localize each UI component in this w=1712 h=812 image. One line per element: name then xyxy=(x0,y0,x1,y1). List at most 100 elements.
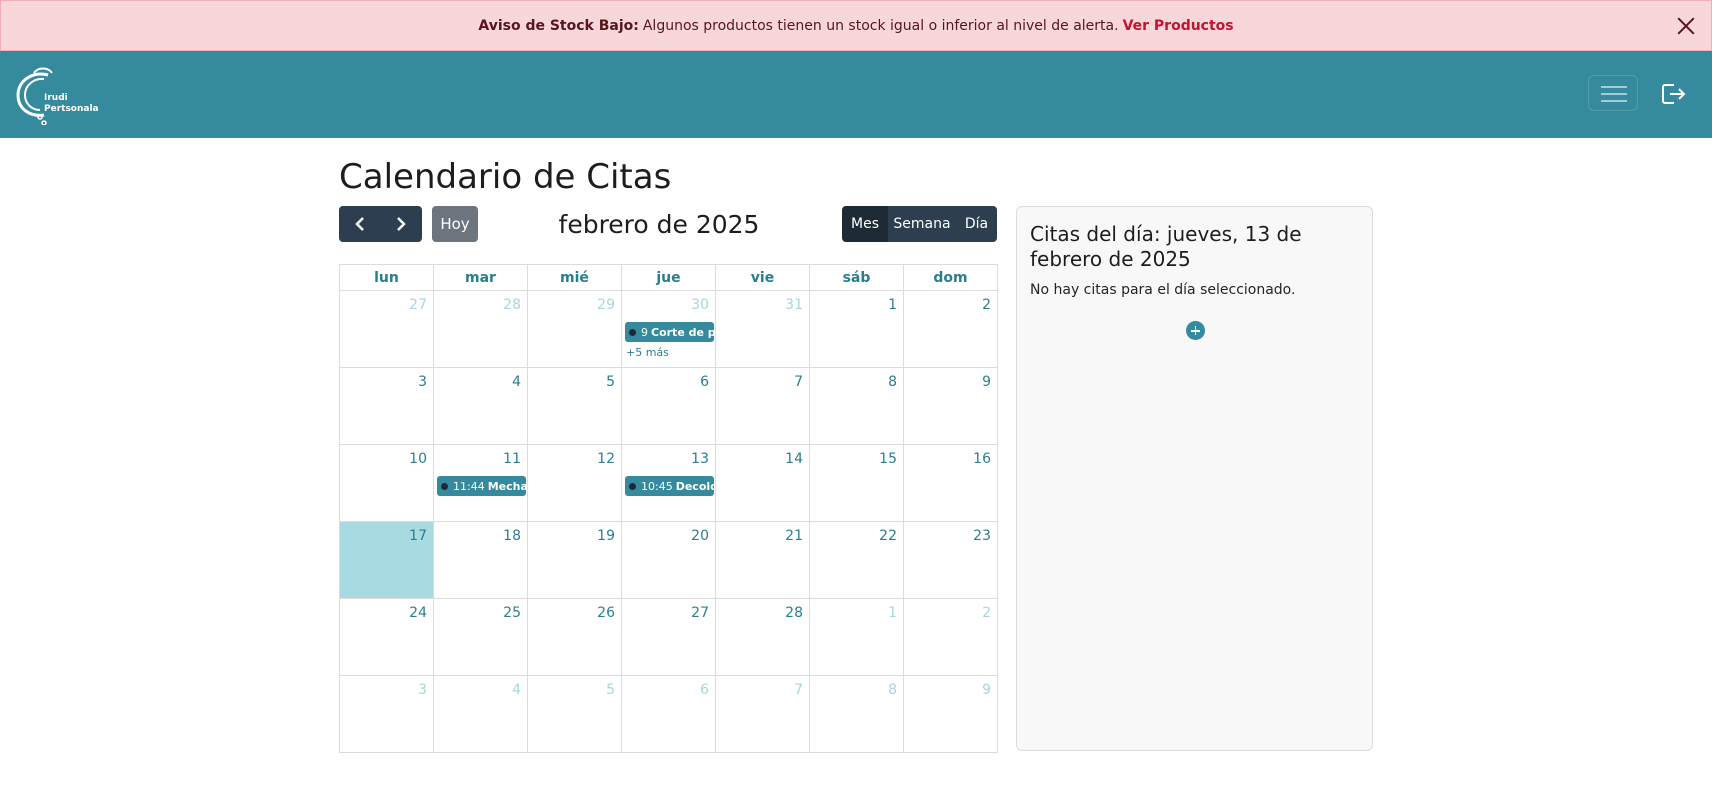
day-cell[interactable]: 4 xyxy=(433,367,528,445)
day-cell[interactable]: 3 xyxy=(339,367,434,445)
day-cell[interactable]: 17 xyxy=(339,521,434,599)
day-cell[interactable]: 2 xyxy=(903,598,998,676)
today-button[interactable]: Hoy xyxy=(432,206,478,242)
calendar-event[interactable]: 9Corte de pe xyxy=(625,322,714,342)
event-title: Decolor xyxy=(675,479,714,493)
day-cell[interactable]: 19 xyxy=(527,521,622,599)
day-cell[interactable]: 28 xyxy=(433,290,528,368)
day-number: 1 xyxy=(888,297,897,313)
day-cell[interactable]: 28 xyxy=(715,598,810,676)
day-cell[interactable]: 7 xyxy=(715,675,810,753)
next-button[interactable] xyxy=(380,206,421,242)
week-row: 27 28 29 30 9Corte de pe +5 más 31 1 2 xyxy=(339,290,998,368)
day-cell[interactable]: 27 xyxy=(339,290,434,368)
day-number: 6 xyxy=(700,374,709,390)
day-cell[interactable]: 9 xyxy=(903,675,998,753)
plus-circle-icon[interactable] xyxy=(1186,321,1205,340)
event-title: Corte de pe xyxy=(651,325,714,339)
day-cell[interactable]: 15 xyxy=(809,444,904,522)
logout-icon[interactable] xyxy=(1660,81,1686,107)
day-cell[interactable]: 5 xyxy=(527,675,622,753)
day-number: 21 xyxy=(785,528,803,544)
view-month-button[interactable]: Mes xyxy=(842,206,888,242)
weekday-header: sáb xyxy=(809,264,904,291)
day-cell[interactable]: 18 xyxy=(433,521,528,599)
day-number: 25 xyxy=(503,605,521,621)
day-number: 10 xyxy=(409,451,427,467)
day-cell[interactable]: 25 xyxy=(433,598,528,676)
day-number: 8 xyxy=(888,374,897,390)
event-dot-icon xyxy=(629,482,636,490)
day-cell[interactable]: 27 xyxy=(621,598,716,676)
navbar: Irudi Pertsonala xyxy=(0,51,1712,138)
day-cell[interactable]: 2 xyxy=(903,290,998,368)
day-cell[interactable]: 13 10:45Decolor xyxy=(621,444,716,522)
prev-button[interactable] xyxy=(339,206,380,242)
page-title: Calendario de Citas xyxy=(339,157,672,197)
day-cell[interactable]: 6 xyxy=(621,675,716,753)
day-cell[interactable]: 14 xyxy=(715,444,810,522)
event-time: 11:44 xyxy=(453,479,485,493)
day-cell[interactable]: 23 xyxy=(903,521,998,599)
day-number: 26 xyxy=(597,605,615,621)
day-number: 23 xyxy=(973,528,991,544)
day-cell[interactable]: 26 xyxy=(527,598,622,676)
view-week-button[interactable]: Semana xyxy=(888,206,956,242)
day-number: 20 xyxy=(691,528,709,544)
day-number: 5 xyxy=(606,682,615,698)
empty-message: No hay citas para el día seleccionado. xyxy=(1030,282,1296,298)
day-cell[interactable]: 9 xyxy=(903,367,998,445)
day-number: 7 xyxy=(794,682,803,698)
day-number: 17 xyxy=(409,528,427,544)
brand-logo[interactable]: Irudi Pertsonala xyxy=(14,65,104,126)
day-cell[interactable]: 4 xyxy=(433,675,528,753)
weekday-header: mié xyxy=(527,264,622,291)
day-number: 14 xyxy=(785,451,803,467)
week-row: 17 18 19 20 21 22 23 xyxy=(339,521,998,599)
chevron-left-icon xyxy=(354,217,364,231)
prev-next-group xyxy=(339,206,422,242)
day-cell[interactable]: 31 xyxy=(715,290,810,368)
hamburger-icon[interactable] xyxy=(1588,75,1638,111)
day-cell[interactable]: 29 xyxy=(527,290,622,368)
day-cell[interactable]: 5 xyxy=(527,367,622,445)
event-time: 9 xyxy=(641,325,648,339)
day-cell[interactable]: 1 xyxy=(809,598,904,676)
day-cell[interactable]: 21 xyxy=(715,521,810,599)
day-number: 7 xyxy=(794,374,803,390)
more-events-link[interactable]: +5 más xyxy=(626,346,669,359)
weekday-header: lun xyxy=(339,264,434,291)
view-switcher: Mes Semana Día xyxy=(842,206,997,242)
view-products-link[interactable]: Ver Productos xyxy=(1123,18,1234,34)
weekday-header: mar xyxy=(433,264,528,291)
panel-title: Citas del día: jueves, 13 de febrero de … xyxy=(1030,222,1302,271)
day-number: 3 xyxy=(418,374,427,390)
day-number: 4 xyxy=(512,682,521,698)
day-number: 4 xyxy=(512,374,521,390)
day-cell[interactable]: 20 xyxy=(621,521,716,599)
view-day-button[interactable]: Día xyxy=(956,206,997,242)
day-cell[interactable]: 6 xyxy=(621,367,716,445)
close-icon[interactable] xyxy=(1675,15,1697,37)
day-cell[interactable]: 7 xyxy=(715,367,810,445)
day-cell[interactable]: 16 xyxy=(903,444,998,522)
day-number: 16 xyxy=(973,451,991,467)
calendar-event[interactable]: 10:45Decolor xyxy=(625,476,714,496)
day-number: 15 xyxy=(879,451,897,467)
day-cell[interactable]: 3 xyxy=(339,675,434,753)
day-cell[interactable]: 24 xyxy=(339,598,434,676)
day-cell[interactable]: 22 xyxy=(809,521,904,599)
day-cell[interactable]: 11 11:44Mechas xyxy=(433,444,528,522)
day-cell[interactable]: 12 xyxy=(527,444,622,522)
day-number: 18 xyxy=(503,528,521,544)
day-cell[interactable]: 8 xyxy=(809,367,904,445)
day-cell[interactable]: 1 xyxy=(809,290,904,368)
day-cell[interactable]: 8 xyxy=(809,675,904,753)
day-number: 13 xyxy=(691,451,709,467)
day-number: 3 xyxy=(418,682,427,698)
calendar-event[interactable]: 11:44Mechas xyxy=(437,476,526,496)
day-cell[interactable]: 10 xyxy=(339,444,434,522)
day-cell[interactable]: 30 9Corte de pe +5 más xyxy=(621,290,716,368)
calendar-month-title: febrero de 2025 xyxy=(558,210,760,239)
day-number: 30 xyxy=(691,297,709,313)
